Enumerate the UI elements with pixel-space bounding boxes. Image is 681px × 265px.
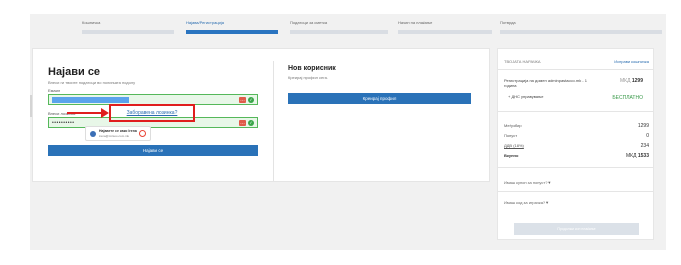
step-confirm[interactable]: Потврда: [500, 20, 662, 34]
subtotal-value: 1299: [637, 123, 649, 129]
register-title: Нов корисник: [288, 65, 336, 72]
currency: МКД: [626, 153, 637, 159]
coupon-toggle[interactable]: Имаш купон за попуст?▼: [504, 180, 551, 185]
column-divider: [273, 61, 274, 181]
subtotal-row: Меѓузбир 1299: [504, 123, 649, 129]
checkout-progress: Кошничка Најава/Регистрација Податоци за…: [82, 20, 662, 36]
divider: [498, 111, 653, 112]
subtotal-label: Меѓузбир: [504, 123, 522, 128]
login-title: Најави се: [48, 66, 101, 78]
divider: [498, 69, 653, 70]
step-bar: [186, 30, 278, 34]
currency: МКД: [620, 78, 631, 84]
discount-label: Попуст: [504, 133, 518, 138]
step-label: Потврда: [500, 20, 516, 25]
step-bar: [82, 30, 174, 34]
create-profile-button[interactable]: Креирај профил: [288, 93, 471, 104]
vat-label: ДДВ (18%): [504, 143, 524, 148]
cart-addon-price: БЕСПЛАТНО: [612, 95, 643, 101]
total-value: МКД 1533: [626, 153, 649, 159]
referral-code-toggle[interactable]: Имаш код за играчка?▼: [504, 200, 549, 205]
cart-item-price: МКД 1299: [620, 78, 643, 84]
password-manager-icon[interactable]: …: [239, 120, 246, 126]
vat-value: 234: [640, 143, 649, 149]
annotation-highlight-box: Заборавена лозинка?: [109, 104, 195, 122]
discount-row: Попуст 0: [504, 133, 649, 139]
step-payment[interactable]: Начин на плаќање: [398, 20, 492, 34]
email-selected-text: [52, 97, 129, 103]
order-summary-panel: ТВОЈАТА НАРАЧКА Исправи кошничка Регистр…: [497, 48, 654, 240]
cart-item-name: Регистрација на домен adminpastacco.mk -…: [504, 78, 587, 88]
forgot-password-link[interactable]: Заборавена лозинка?: [111, 110, 193, 116]
step-bar: [290, 30, 388, 34]
step-bar: [500, 30, 662, 34]
email-label: Емаил: [48, 88, 61, 93]
badge-email: irena@mrisoo.com.mk: [99, 134, 130, 138]
total-label: Вкупно: [504, 153, 519, 158]
vat-row: ДДВ (18%) 234: [504, 143, 649, 149]
step-label: Начин на плаќање: [398, 20, 433, 25]
badge-name: Најавете се како Irena: [99, 129, 137, 133]
register-subtitle: Креирај профил сега.: [288, 75, 328, 80]
discount-value: 0: [646, 133, 649, 139]
annotation-arrow-head: [101, 108, 109, 118]
checkmark-icon: ✓: [248, 120, 254, 126]
password-value: ••••••••••: [52, 120, 75, 126]
checkmark-icon: ✓: [248, 97, 254, 103]
edit-cart-link[interactable]: Исправи кошничка: [614, 59, 649, 64]
google-icon: [139, 130, 146, 137]
continue-to-payment-button[interactable]: Продолжи кон плаќање: [514, 223, 639, 235]
account-chooser-badge[interactable]: Најавете се како Irena irena@mrisoo.com.…: [85, 126, 151, 141]
divider: [498, 167, 653, 168]
avatar-icon: [90, 131, 96, 137]
divider: [498, 191, 653, 192]
cart-addon-name: + ДНС управување: [508, 94, 544, 99]
amount: 1533: [637, 153, 649, 159]
amount: 1299: [631, 78, 643, 84]
password-manager-icon[interactable]: …: [239, 97, 246, 103]
step-cart[interactable]: Кошничка: [82, 20, 174, 34]
step-login[interactable]: Најава/Регистрација: [186, 20, 278, 34]
order-header: ТВОЈАТА НАРАЧКА: [504, 59, 541, 64]
total-row: Вкупно МКД 1533: [504, 153, 649, 159]
step-label: Најава/Регистрација: [186, 20, 224, 25]
step-label: Податоци за сметка: [290, 20, 328, 25]
login-subtitle: Внеси ги твоите податоци во полињата под…: [48, 80, 136, 85]
annotation-arrow-line: [67, 112, 103, 114]
step-account[interactable]: Податоци за сметка: [290, 20, 388, 34]
step-bar: [398, 30, 492, 34]
step-label: Кошничка: [82, 20, 101, 25]
login-button[interactable]: Најави се: [48, 145, 258, 156]
